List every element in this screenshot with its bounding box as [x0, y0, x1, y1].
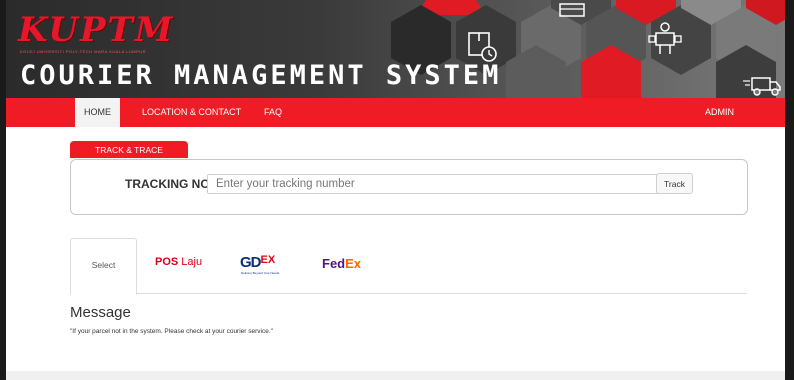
nav-faq[interactable]: FAQ [264, 98, 282, 127]
tab-poslaju[interactable]: POS Laju [155, 256, 202, 268]
poslaju-laju-text: Laju [181, 256, 203, 268]
tracking-panel: TRACKING NO: Track [70, 159, 748, 215]
gdex-ex-text: EX [260, 254, 276, 266]
track-trace-tab[interactable]: TRACK & TRACE [70, 141, 188, 158]
tracking-number-input[interactable] [207, 174, 663, 194]
message-text: "If your parcel not in the system. Pleas… [70, 328, 273, 335]
tab-fedex[interactable]: FedEx [322, 256, 361, 271]
track-button[interactable]: Track [656, 173, 693, 194]
tab-gdex[interactable]: GDEX [240, 254, 275, 271]
delivery-person-icon [648, 22, 682, 54]
courier-tabs: Select POS Laju GDEX Delivery Beyond You… [70, 238, 747, 295]
package-clock-icon [468, 32, 497, 62]
box-icon [559, 3, 585, 17]
tab-select[interactable]: Select [70, 238, 137, 295]
logo-subtitle: KOLEJ UNIVERSITI POLY-TECH MARA KUALA LU… [20, 49, 147, 54]
system-title: COURIER MANAGEMENT SYSTEM [20, 60, 502, 91]
header-banner: KUPTM KOLEJ UNIVERSITI POLY-TECH MARA KU… [6, 0, 785, 98]
main-nav: HOME LOCATION & CONTACT FAQ ADMIN [6, 98, 785, 127]
fedex-ex-text: Ex [345, 256, 362, 271]
gdex-tagline: Delivery Beyond Your Needs [241, 271, 280, 275]
delivery-truck-icon [743, 77, 781, 96]
fedex-fed-text: Fed [322, 256, 346, 271]
nav-location-contact[interactable]: LOCATION & CONTACT [142, 98, 241, 127]
gdex-gd-text: GD [240, 254, 261, 271]
tracking-number-label: TRACKING NO: [125, 177, 214, 191]
nav-home[interactable]: HOME [75, 98, 120, 127]
poslaju-pos-text: POS [155, 256, 179, 268]
message-title: Message [70, 304, 131, 321]
bottom-strip [6, 371, 785, 380]
kuptm-logo: KUPTM [18, 10, 175, 50]
window-frame-right [785, 0, 794, 380]
nav-admin[interactable]: ADMIN [705, 98, 734, 127]
